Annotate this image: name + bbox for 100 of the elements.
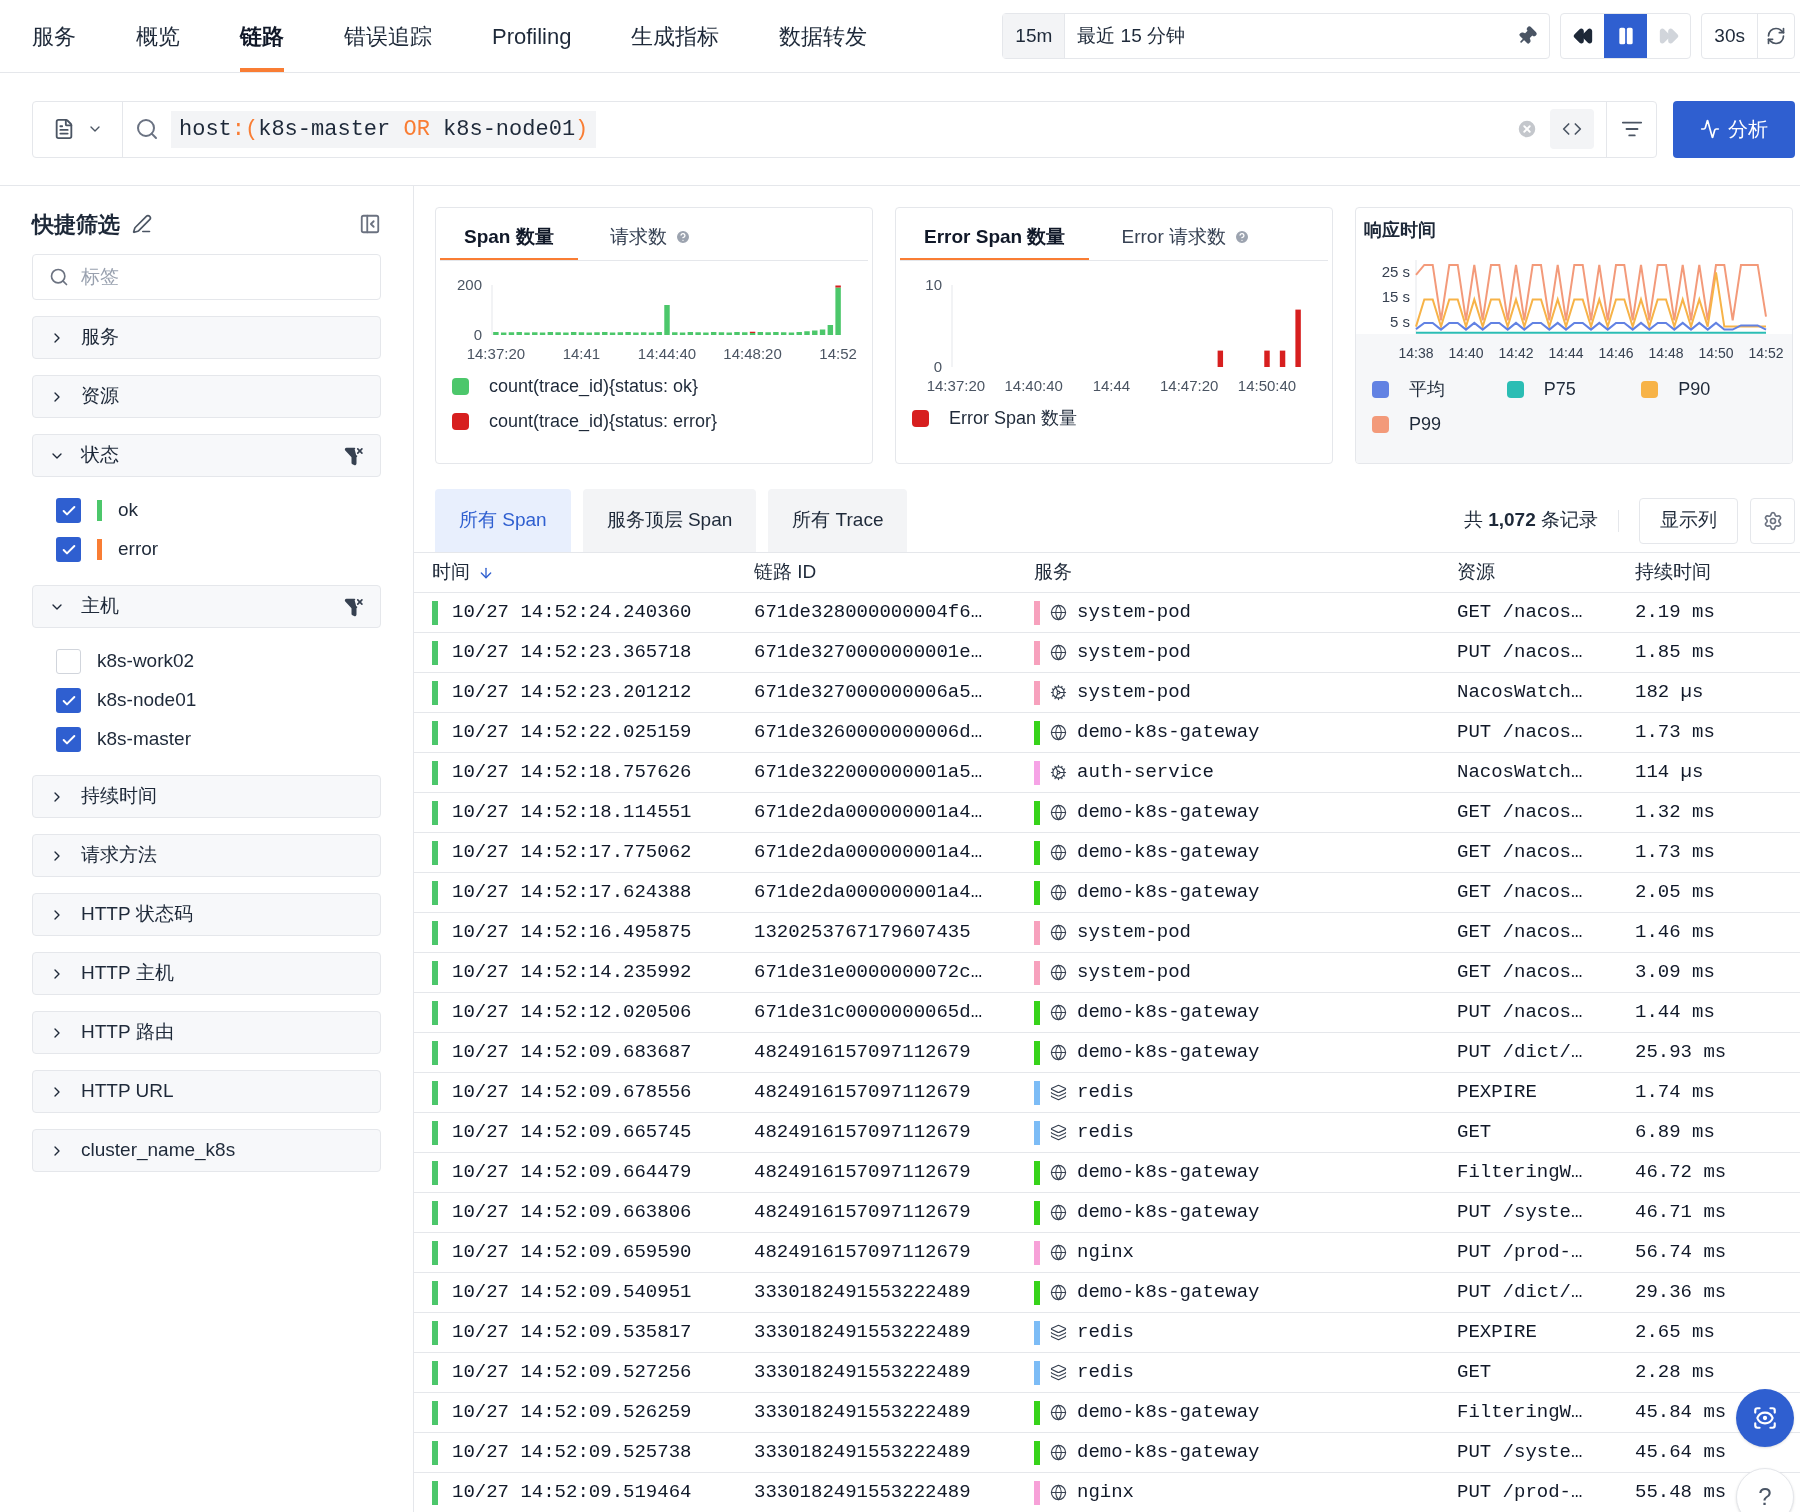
nav-tab[interactable]: 数据转发 [779, 0, 868, 72]
table-cell-text: 671de328000000004f6… [754, 600, 984, 626]
analyze-button[interactable]: 分析 [1673, 100, 1795, 158]
table-cell-text: 10/27 14:52:09.525738 [452, 1440, 692, 1466]
chart-title: 响应时间 [1364, 218, 1436, 242]
chart-bar [1217, 350, 1224, 367]
table-cell-text: 3330182491553222489 [754, 1440, 972, 1466]
table-cell-text: 671de2da000000001a4… [754, 840, 984, 866]
table-cell-text: FilteringW… [1457, 1160, 1584, 1186]
chart-bar [1264, 350, 1270, 367]
nav-tab[interactable]: 概览 [136, 0, 180, 72]
chart-tab[interactable]: Error 请求数 [1097, 216, 1274, 260]
filter-group-header[interactable]: 请求方法 [32, 834, 381, 877]
checkbox[interactable] [56, 649, 81, 674]
table-cell-text: redis [1077, 1320, 1134, 1346]
table-cell-text: demo-k8s-gateway [1077, 720, 1260, 746]
table-cell-text: 2.19 ms [1635, 600, 1715, 626]
checkbox[interactable] [56, 498, 81, 523]
column-header[interactable]: 服务 [1034, 558, 1072, 587]
table-cell-text: PEXPIRE [1457, 1080, 1538, 1106]
column-header[interactable]: 持续时间 [1635, 558, 1711, 587]
table-cell-text: redis [1077, 1080, 1134, 1106]
column-header[interactable]: 资源 [1457, 558, 1495, 587]
columns-button[interactable]: 显示列 [1639, 497, 1738, 544]
filter-group-header[interactable]: 状态 [32, 434, 381, 477]
nav-tab[interactable]: Profiling [492, 0, 572, 72]
table-cell-text: 4824916157097112679 [754, 1040, 972, 1066]
filter-group-header[interactable]: HTTP 状态码 [32, 893, 381, 936]
filter-group-header[interactable]: HTTP 主机 [32, 952, 381, 995]
table-tab[interactable]: 服务顶层 Span [582, 489, 757, 552]
settings-button[interactable] [1750, 497, 1795, 544]
column-header[interactable]: 时间 [432, 558, 470, 587]
clear-filter-icon[interactable] [344, 596, 364, 617]
table-tab[interactable]: 所有 Trace [768, 489, 908, 552]
table-cell-text: 671de3260000000006d… [754, 720, 984, 746]
checkbox[interactable] [56, 727, 81, 752]
table-cell-text: 1.73 ms [1635, 720, 1715, 746]
table-cell-text: system-pod [1077, 920, 1192, 946]
time-range-picker[interactable]: 15m 最近 15 分钟 [1002, 13, 1551, 59]
table-cell-text: GET /nacos… [1457, 840, 1584, 866]
fast-forward-icon [1658, 26, 1679, 46]
filter-group-header[interactable]: 持续时间 [32, 775, 381, 818]
legend-label: P75 [1543, 378, 1576, 401]
edit-icon[interactable] [132, 214, 152, 234]
checkbox[interactable] [56, 537, 81, 562]
nav-tab[interactable]: 生成指标 [631, 0, 720, 72]
clear-filter-icon[interactable] [344, 445, 364, 466]
tag-search-field[interactable]: 标签 [81, 262, 364, 292]
filter-group-header[interactable]: 服务 [32, 316, 381, 359]
table-cell-text: 29.36 ms [1635, 1280, 1727, 1306]
scan-icon [1752, 1405, 1778, 1431]
filter-group-header[interactable]: HTTP URL [32, 1070, 381, 1113]
code-button[interactable] [1550, 109, 1594, 149]
chart-bar [1295, 309, 1301, 367]
chart-tab[interactable]: Error Span 数量 [900, 216, 1090, 260]
filter-group-header[interactable]: 主机 [32, 585, 381, 628]
chart-tab[interactable]: Span 数量 [440, 216, 578, 260]
table-cell-text: PUT /nacos… [1457, 1000, 1584, 1026]
table-cell-text: 2.65 ms [1635, 1320, 1715, 1346]
legend-swatch [1372, 381, 1389, 398]
table-cell-text: demo-k8s-gateway [1077, 1200, 1260, 1226]
table-cell-text: 3330182491553222489 [754, 1480, 972, 1506]
nav-tab[interactable]: 链路 [240, 0, 284, 72]
nav-tab[interactable]: 服务 [32, 0, 76, 72]
table-cell-text: 10/27 14:52:22.025159 [452, 720, 692, 746]
table-cell-text: 1.74 ms [1635, 1080, 1715, 1106]
legend-label: Error Span 数量 [949, 407, 1078, 430]
table-cell-text: 2.05 ms [1635, 880, 1715, 906]
filter-group-header[interactable]: HTTP 路由 [32, 1011, 381, 1054]
screenshot-button[interactable] [1736, 1389, 1794, 1447]
axis-tick-label: 14:44:40 [637, 345, 697, 362]
table-cell-text: demo-k8s-gateway [1077, 1040, 1260, 1066]
table-cell-text: demo-k8s-gateway [1077, 800, 1260, 826]
table-cell-text: 114 µs [1635, 760, 1704, 786]
chart-bar [594, 332, 600, 335]
filter-group-header[interactable]: cluster_name_k8s [32, 1129, 381, 1172]
rewind-icon [1572, 26, 1593, 46]
checkbox[interactable] [56, 688, 81, 713]
search-field[interactable]: 标签 [32, 254, 381, 300]
chart-tab[interactable]: 请求数 [585, 216, 715, 260]
axis-tick-label: 15 s [1381, 288, 1410, 305]
query-input[interactable]: host:(k8s-master OR k8s-node01) [171, 110, 597, 148]
column-header[interactable]: 链路 ID [754, 558, 817, 587]
axis-tick-label: 14:47:20 [1160, 377, 1219, 394]
table-cell-text: 671de2da000000001a4… [754, 880, 984, 906]
table-tab[interactable]: 所有 Span [435, 489, 571, 552]
help-button[interactable]: ? [1736, 1468, 1794, 1512]
table-cell-text: 10/27 14:52:09.659590 [452, 1240, 692, 1266]
chart-bar [524, 332, 530, 335]
filter-option-label: ok [118, 498, 139, 523]
table-cell-text: FilteringW… [1457, 1400, 1584, 1426]
filter-group-header[interactable]: 资源 [32, 375, 381, 418]
search-icon [135, 117, 159, 141]
table-cell-text: 4824916157097112679 [754, 1160, 972, 1186]
table-cell-text: PUT /nacos… [1457, 720, 1584, 746]
pause-button[interactable] [1604, 14, 1648, 58]
nav-tab[interactable]: 错误追踪 [344, 0, 432, 72]
table-cell-text: 25.93 ms [1635, 1040, 1727, 1066]
table-cell-text: 3330182491553222489 [754, 1400, 972, 1426]
collapse-panel-icon[interactable] [359, 213, 381, 235]
